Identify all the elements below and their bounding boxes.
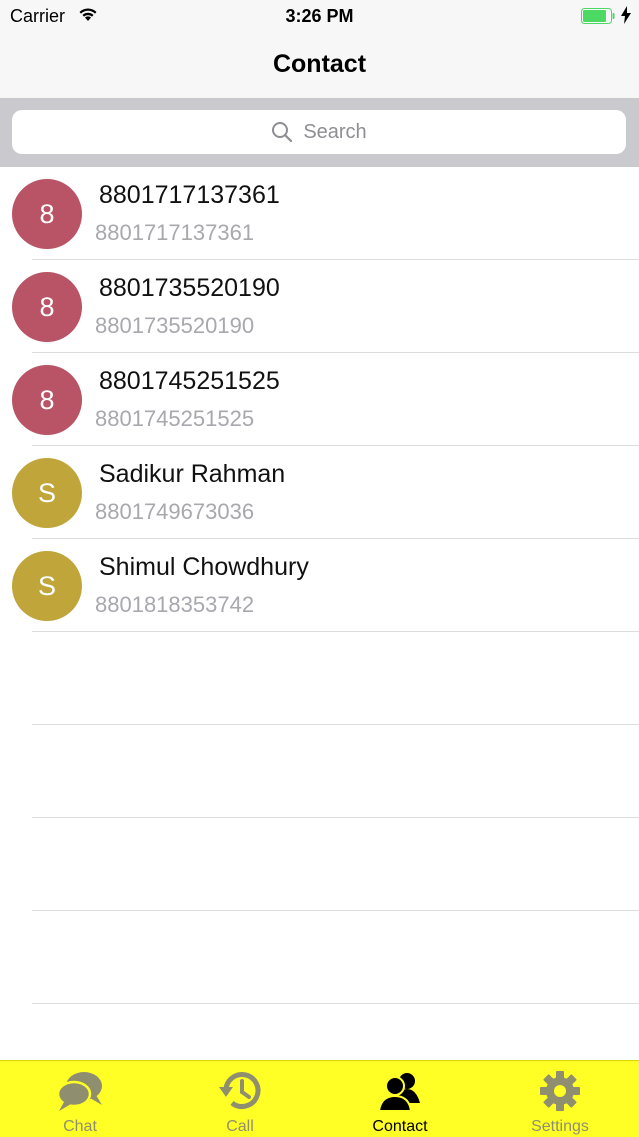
search-placeholder: Search [303, 120, 367, 143]
avatar: S [12, 551, 82, 621]
row-divider [32, 1003, 639, 1004]
contact-name: 8801735520190 [99, 274, 280, 302]
gear-icon [540, 1071, 580, 1111]
contact-row[interactable]: 8 8801735520190 8801735520190 [0, 260, 639, 353]
chat-bubbles-icon [56, 1072, 102, 1111]
contact-row[interactable]: 8 8801717137361 8801717137361 [0, 167, 639, 260]
contact-phone: 8801717137361 [95, 220, 255, 245]
tab-call-label: Call [226, 1118, 254, 1135]
status-time: 3:26 PM [285, 6, 354, 26]
contact-phone: 8801818353742 [95, 592, 255, 617]
contact-name: Shimul Chowdhury [99, 553, 309, 581]
tab-chat-label: Chat [63, 1118, 97, 1135]
contact-row[interactable]: S Shimul Chowdhury 8801818353742 [0, 539, 639, 632]
tab-settings-label: Settings [531, 1118, 589, 1135]
contact-name: Sadikur Rahman [99, 460, 286, 488]
search-bar: Search [0, 99, 639, 167]
empty-list-row [0, 632, 639, 725]
tab-contact-label: Contact [372, 1118, 428, 1135]
avatar: S [12, 458, 82, 528]
contact-phone: 8801735520190 [95, 313, 255, 338]
contact-phone: 8801745251525 [95, 406, 255, 431]
tab-call[interactable]: Call [160, 1061, 320, 1137]
contact-row[interactable]: 8 8801745251525 8801745251525 [0, 353, 639, 446]
tab-contact[interactable]: Contact [320, 1061, 480, 1137]
tab-bar: Chat Call Contact Settings [0, 1060, 639, 1137]
search-icon [272, 122, 293, 143]
status-bar: Carrier 3:26 PM [0, 0, 639, 34]
page-title: Contact [272, 50, 367, 78]
avatar: 8 [12, 272, 82, 342]
avatar: 8 [12, 179, 82, 249]
charging-bolt-icon [621, 6, 631, 24]
avatar: 8 [12, 365, 82, 435]
navigation-bar: Contact [0, 34, 639, 99]
empty-list-row [0, 818, 639, 911]
contact-list: 8 8801717137361 8801717137361 8 880173552019… [0, 167, 639, 1004]
tab-settings[interactable]: Settings [480, 1061, 639, 1137]
contact-name: 8801745251525 [99, 367, 280, 395]
battery-icon [581, 8, 615, 24]
search-input[interactable]: Search [12, 110, 626, 154]
contact-row[interactable]: S Sadikur Rahman 8801749673036 [0, 446, 639, 539]
empty-list-row [0, 725, 639, 818]
contacts-icon [377, 1073, 420, 1112]
contact-phone: 8801749673036 [95, 499, 255, 524]
tab-chat[interactable]: Chat [0, 1061, 160, 1137]
empty-list-row [0, 911, 639, 1004]
contact-name: 8801717137361 [99, 181, 280, 209]
call-history-icon [219, 1072, 261, 1109]
